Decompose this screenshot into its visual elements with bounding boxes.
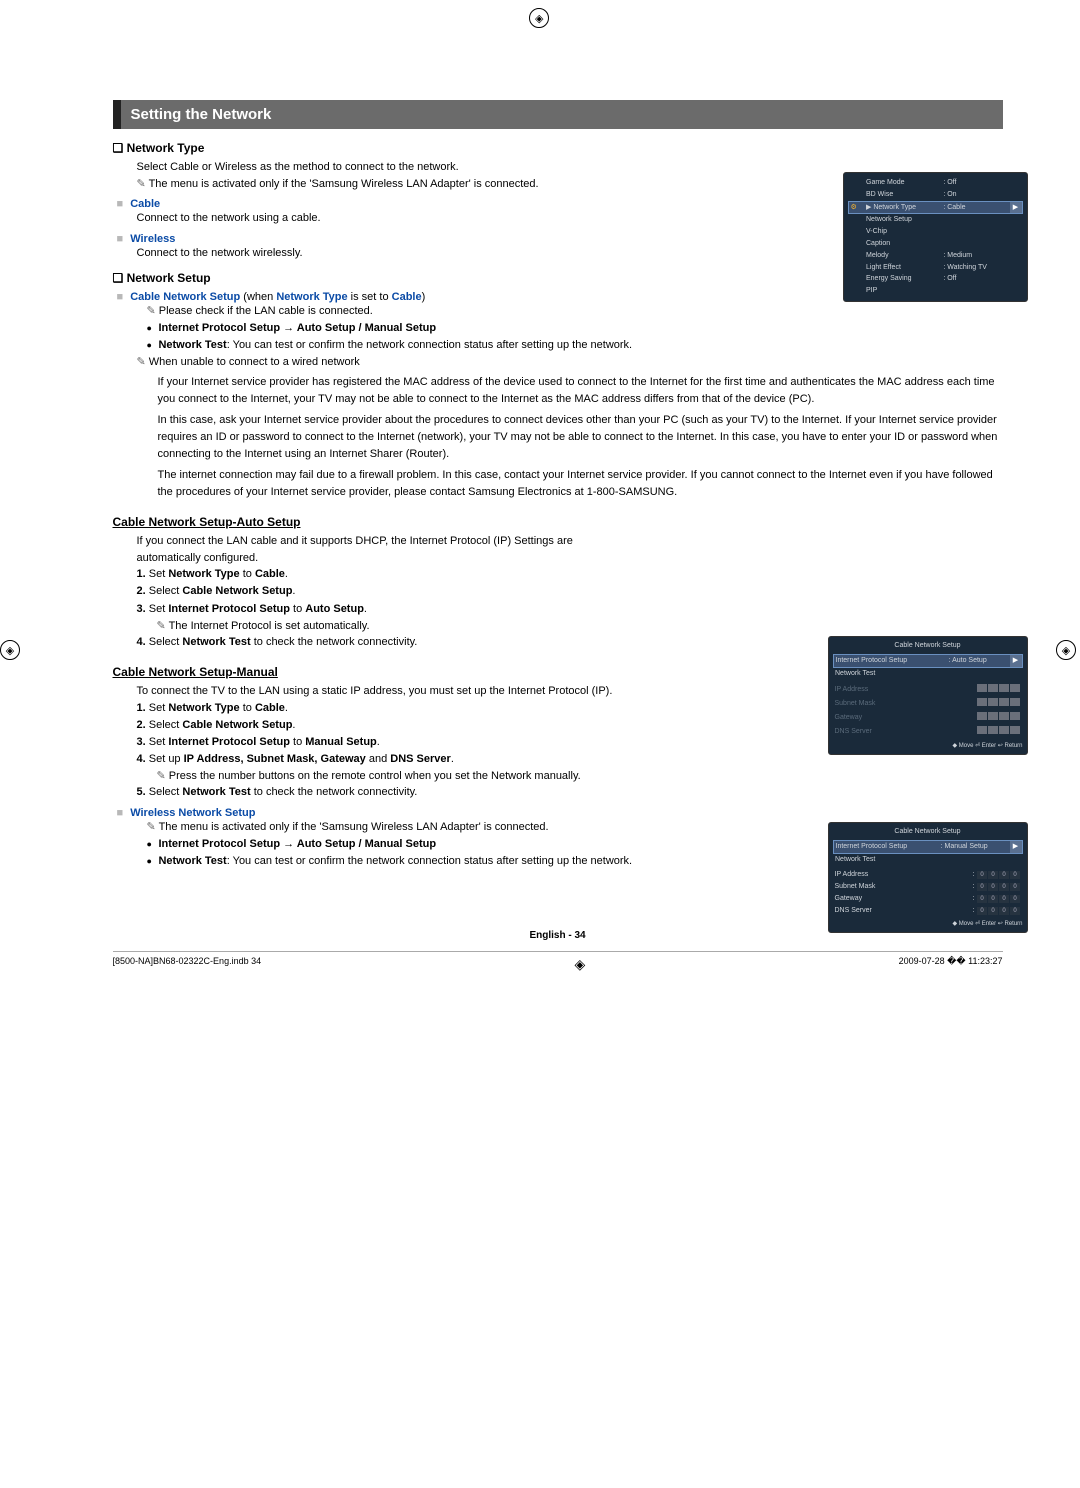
unable-note: When unable to connect to a wired networ…: [137, 354, 1003, 371]
label-cable: Cable: [130, 198, 160, 210]
footer-bar: [8500-NA]BN68-02322C-Eng.indb 34 ◈ 2009-…: [113, 951, 1003, 973]
para1: If your Internet service provider has re…: [158, 374, 1003, 408]
para2: In this case, ask your Internet service …: [158, 412, 1003, 463]
osd-auto: Cable Network Setup Internet Protocol Se…: [828, 636, 1028, 755]
manual-intro: To connect the TV to the LAN using a sta…: [137, 683, 637, 700]
manual-step5: 5. Select Network Test to check the netw…: [137, 784, 1003, 801]
auto-step3-note: The Internet Protocol is set automatical…: [157, 618, 1003, 635]
para3: The internet connection may fail due to …: [158, 467, 1003, 501]
heading-auto-setup: Cable Network Setup-Auto Setup: [113, 515, 1003, 529]
auto-intro: If you connect the LAN cable and it supp…: [137, 533, 637, 566]
label-wireless: Wireless: [130, 233, 175, 245]
check-lan: Please check if the LAN cable is connect…: [147, 303, 1003, 320]
network-test: Network Test: You can test or confirm th…: [147, 337, 1003, 354]
auto-step2: 2. Select Cable Network Setup.: [137, 583, 1003, 600]
footer-left: [8500-NA]BN68-02322C-Eng.indb 34: [113, 956, 262, 973]
ip-setup: Internet Protocol Setup → Auto Setup / M…: [147, 320, 1003, 337]
auto-step1: 1. Set Network Type to Cable.: [137, 566, 1003, 583]
osd-setup-menu: Game Mode: Off BD Wise: On ⚙▶ Network Ty…: [843, 172, 1028, 302]
section-header: Setting the Network: [113, 100, 1003, 129]
auto-step3: 3. Set Internet Protocol Setup to Auto S…: [137, 601, 1003, 618]
heading-network-type: Network Type: [113, 141, 1003, 155]
manual-step4-note: Press the number buttons on the remote c…: [157, 768, 1003, 785]
osd-manual: Cable Network Setup Internet Protocol Se…: [828, 822, 1028, 933]
item-wireless-setup: Wireless Network Setup: [117, 807, 1003, 819]
footer-right: 2009-07-28 �� 11:23:27: [899, 956, 1003, 973]
